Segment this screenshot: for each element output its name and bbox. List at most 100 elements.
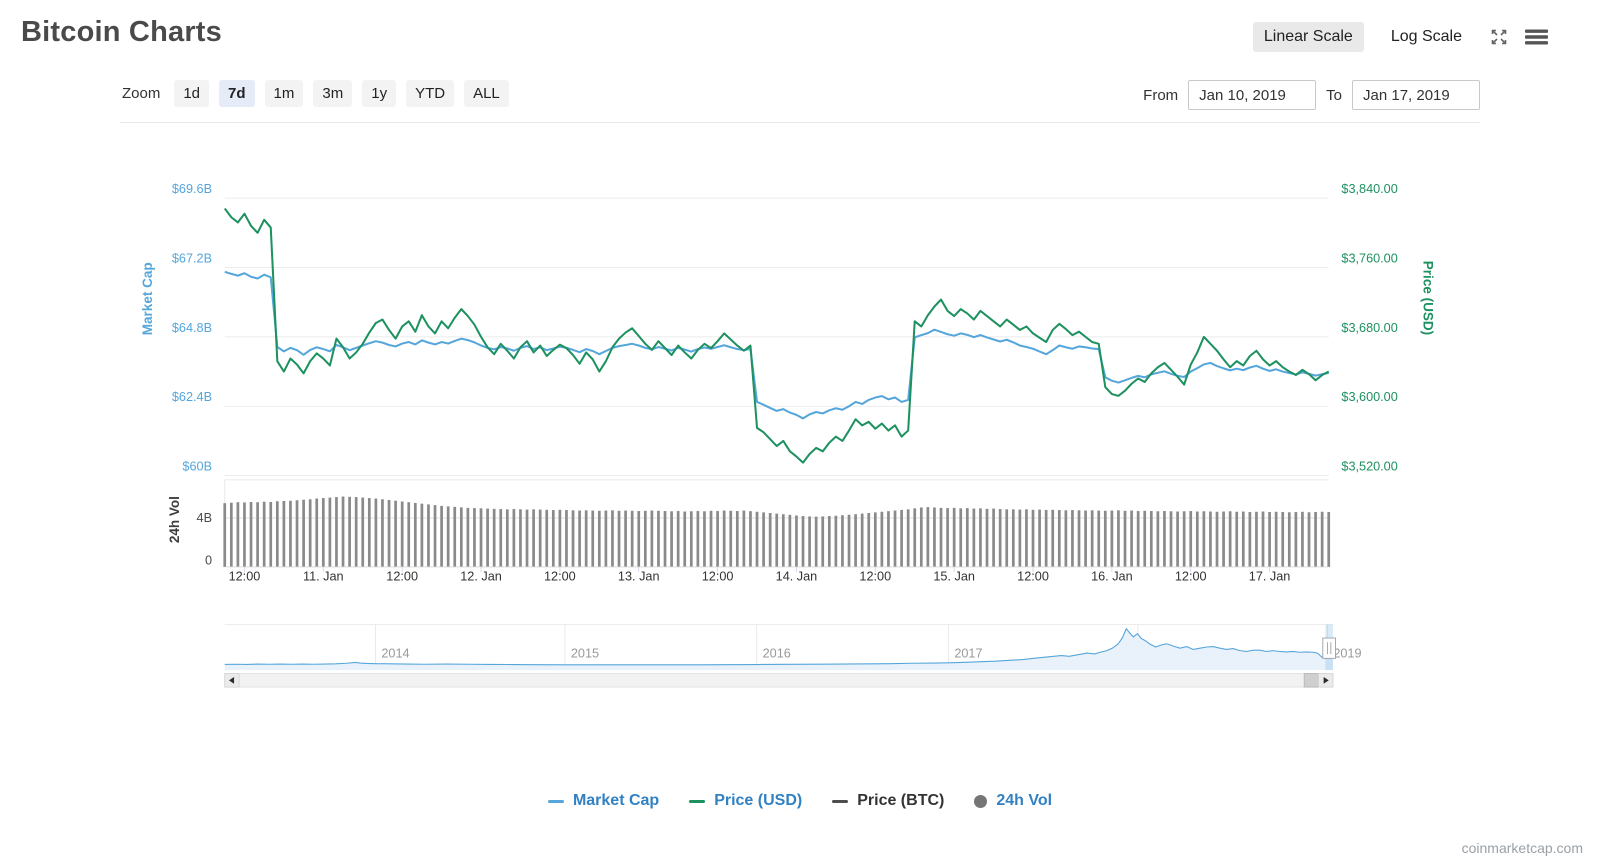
volume-bar [1287,512,1291,567]
volume-bar [696,511,700,567]
volume-bar [637,511,641,567]
volume-bar [354,497,358,567]
legend-item-price-usd[interactable]: Price (USD) [689,792,802,810]
navigator-year-label: 2014 [381,646,409,660]
volume-bar [1051,509,1055,567]
volume-bar [532,509,535,567]
volume-bar [440,505,443,567]
hamburger-menu-icon[interactable] [1525,27,1548,47]
volume-bar [939,507,943,567]
volume-bar [926,507,930,567]
fullscreen-expand-icon[interactable] [1489,27,1509,47]
volume-bar [578,510,581,567]
legend-label: Price (USD) [714,792,803,809]
volume-bar [249,501,253,567]
navigator-year-label: 2017 [954,646,982,660]
volume-bar [604,510,608,567]
to-date-input[interactable] [1352,80,1480,110]
left-axis-tick-label: $64.8B [172,321,212,335]
navigator-handle[interactable] [1322,637,1336,659]
volume-bar [952,507,956,567]
volume-bar [1189,511,1193,567]
volume-bar [716,511,719,567]
volume-bar [1025,509,1028,567]
volume-axis-title: 24h Vol [167,496,182,543]
volume-bar [854,514,857,567]
chart-toolbar: Zoom 1d 7d 1m 3m 1y YTD ALL From To [120,80,1480,112]
volume-bar [328,497,332,567]
volume-bar [755,511,759,567]
scale-controls: Linear Scale Log Scale [1252,22,1548,52]
right-axis-tick-label: $3,760.00 [1341,251,1397,265]
volume-bar [689,511,693,567]
volume-bar [236,502,240,567]
volume-bar [959,508,963,567]
volume-bar [229,502,233,567]
volume-bar [788,514,792,567]
volume-bar [597,510,601,567]
legend-item-24h-vol[interactable]: 24h Vol [974,792,1052,810]
volume-bar [742,510,746,567]
x-axis-tick-label: 12:00 [702,570,734,584]
volume-bar [243,502,246,567]
legend-swatch [547,799,564,803]
volume-bar [913,508,917,567]
legend-swatch [689,799,706,803]
volume-bar [420,503,424,567]
volume-bar [965,508,969,567]
volume-bar [341,496,345,567]
volume-bar [643,510,647,567]
volume-bar [735,511,739,567]
volume-bar [1169,511,1173,567]
volume-bar [1143,510,1147,567]
volume-bar [459,507,463,567]
volume-bar [275,501,279,567]
zoom-button-1d[interactable]: 1d [174,80,210,107]
x-axis-tick-label: 12:00 [1175,570,1207,584]
volume-bar [407,502,411,567]
from-date-input[interactable] [1188,80,1317,110]
volume-bar [1261,511,1265,567]
volume-bar [729,510,733,567]
log-scale-button[interactable]: Log Scale [1380,22,1473,52]
zoom-button-3m[interactable]: 3m [313,80,353,107]
volume-bar [433,505,437,567]
legend-label: 24h Vol [996,792,1053,809]
legend-swatch [832,799,849,803]
volume-bar [1195,511,1199,567]
volume-bar [1071,510,1074,567]
volume-bar [446,506,450,567]
volume-bar [1149,511,1153,567]
scrollbar-track[interactable] [224,673,1334,688]
legend-item-price-btc[interactable]: Price (BTC) [832,792,944,810]
volume-bar [1103,510,1107,567]
legend-item-market-cap[interactable]: Market Cap [547,792,659,810]
zoom-button-ytd[interactable]: YTD [406,80,455,107]
volume-bar [1327,512,1331,567]
volume-bar [387,500,391,567]
date-range-selector: From To [1143,80,1480,110]
volume-bar [1044,509,1048,567]
volume-bar [1248,512,1252,567]
legend-label: Price (BTC) [857,792,945,809]
linear-scale-button[interactable]: Linear Scale [1252,22,1364,52]
volume-bar [479,508,483,567]
volume-bar [1005,509,1009,567]
zoom-button-1y[interactable]: 1y [362,80,397,107]
zoom-button-7d[interactable]: 7d [219,80,255,107]
volume-bar [624,510,627,567]
navigator-year-label: 2016 [763,646,791,660]
bitcoin-price-chart[interactable]: $69.6B $3,840.00 $67.2B $3,760.00 $64.8B $3,6… [0,122,1600,792]
volume-bar [801,516,805,567]
zoom-button-1m[interactable]: 1m [264,80,304,107]
volume-bar [361,497,365,567]
zoom-button-all[interactable]: ALL [464,80,509,107]
volume-bar [1314,512,1317,567]
volume-bar [1084,510,1087,567]
volume-bar [1011,509,1015,567]
volume-bar [919,507,923,567]
volume-bar [841,515,844,567]
volume-bar [367,498,371,567]
volume-bar [1320,511,1324,567]
scrollbar-thumb[interactable] [1303,673,1320,688]
